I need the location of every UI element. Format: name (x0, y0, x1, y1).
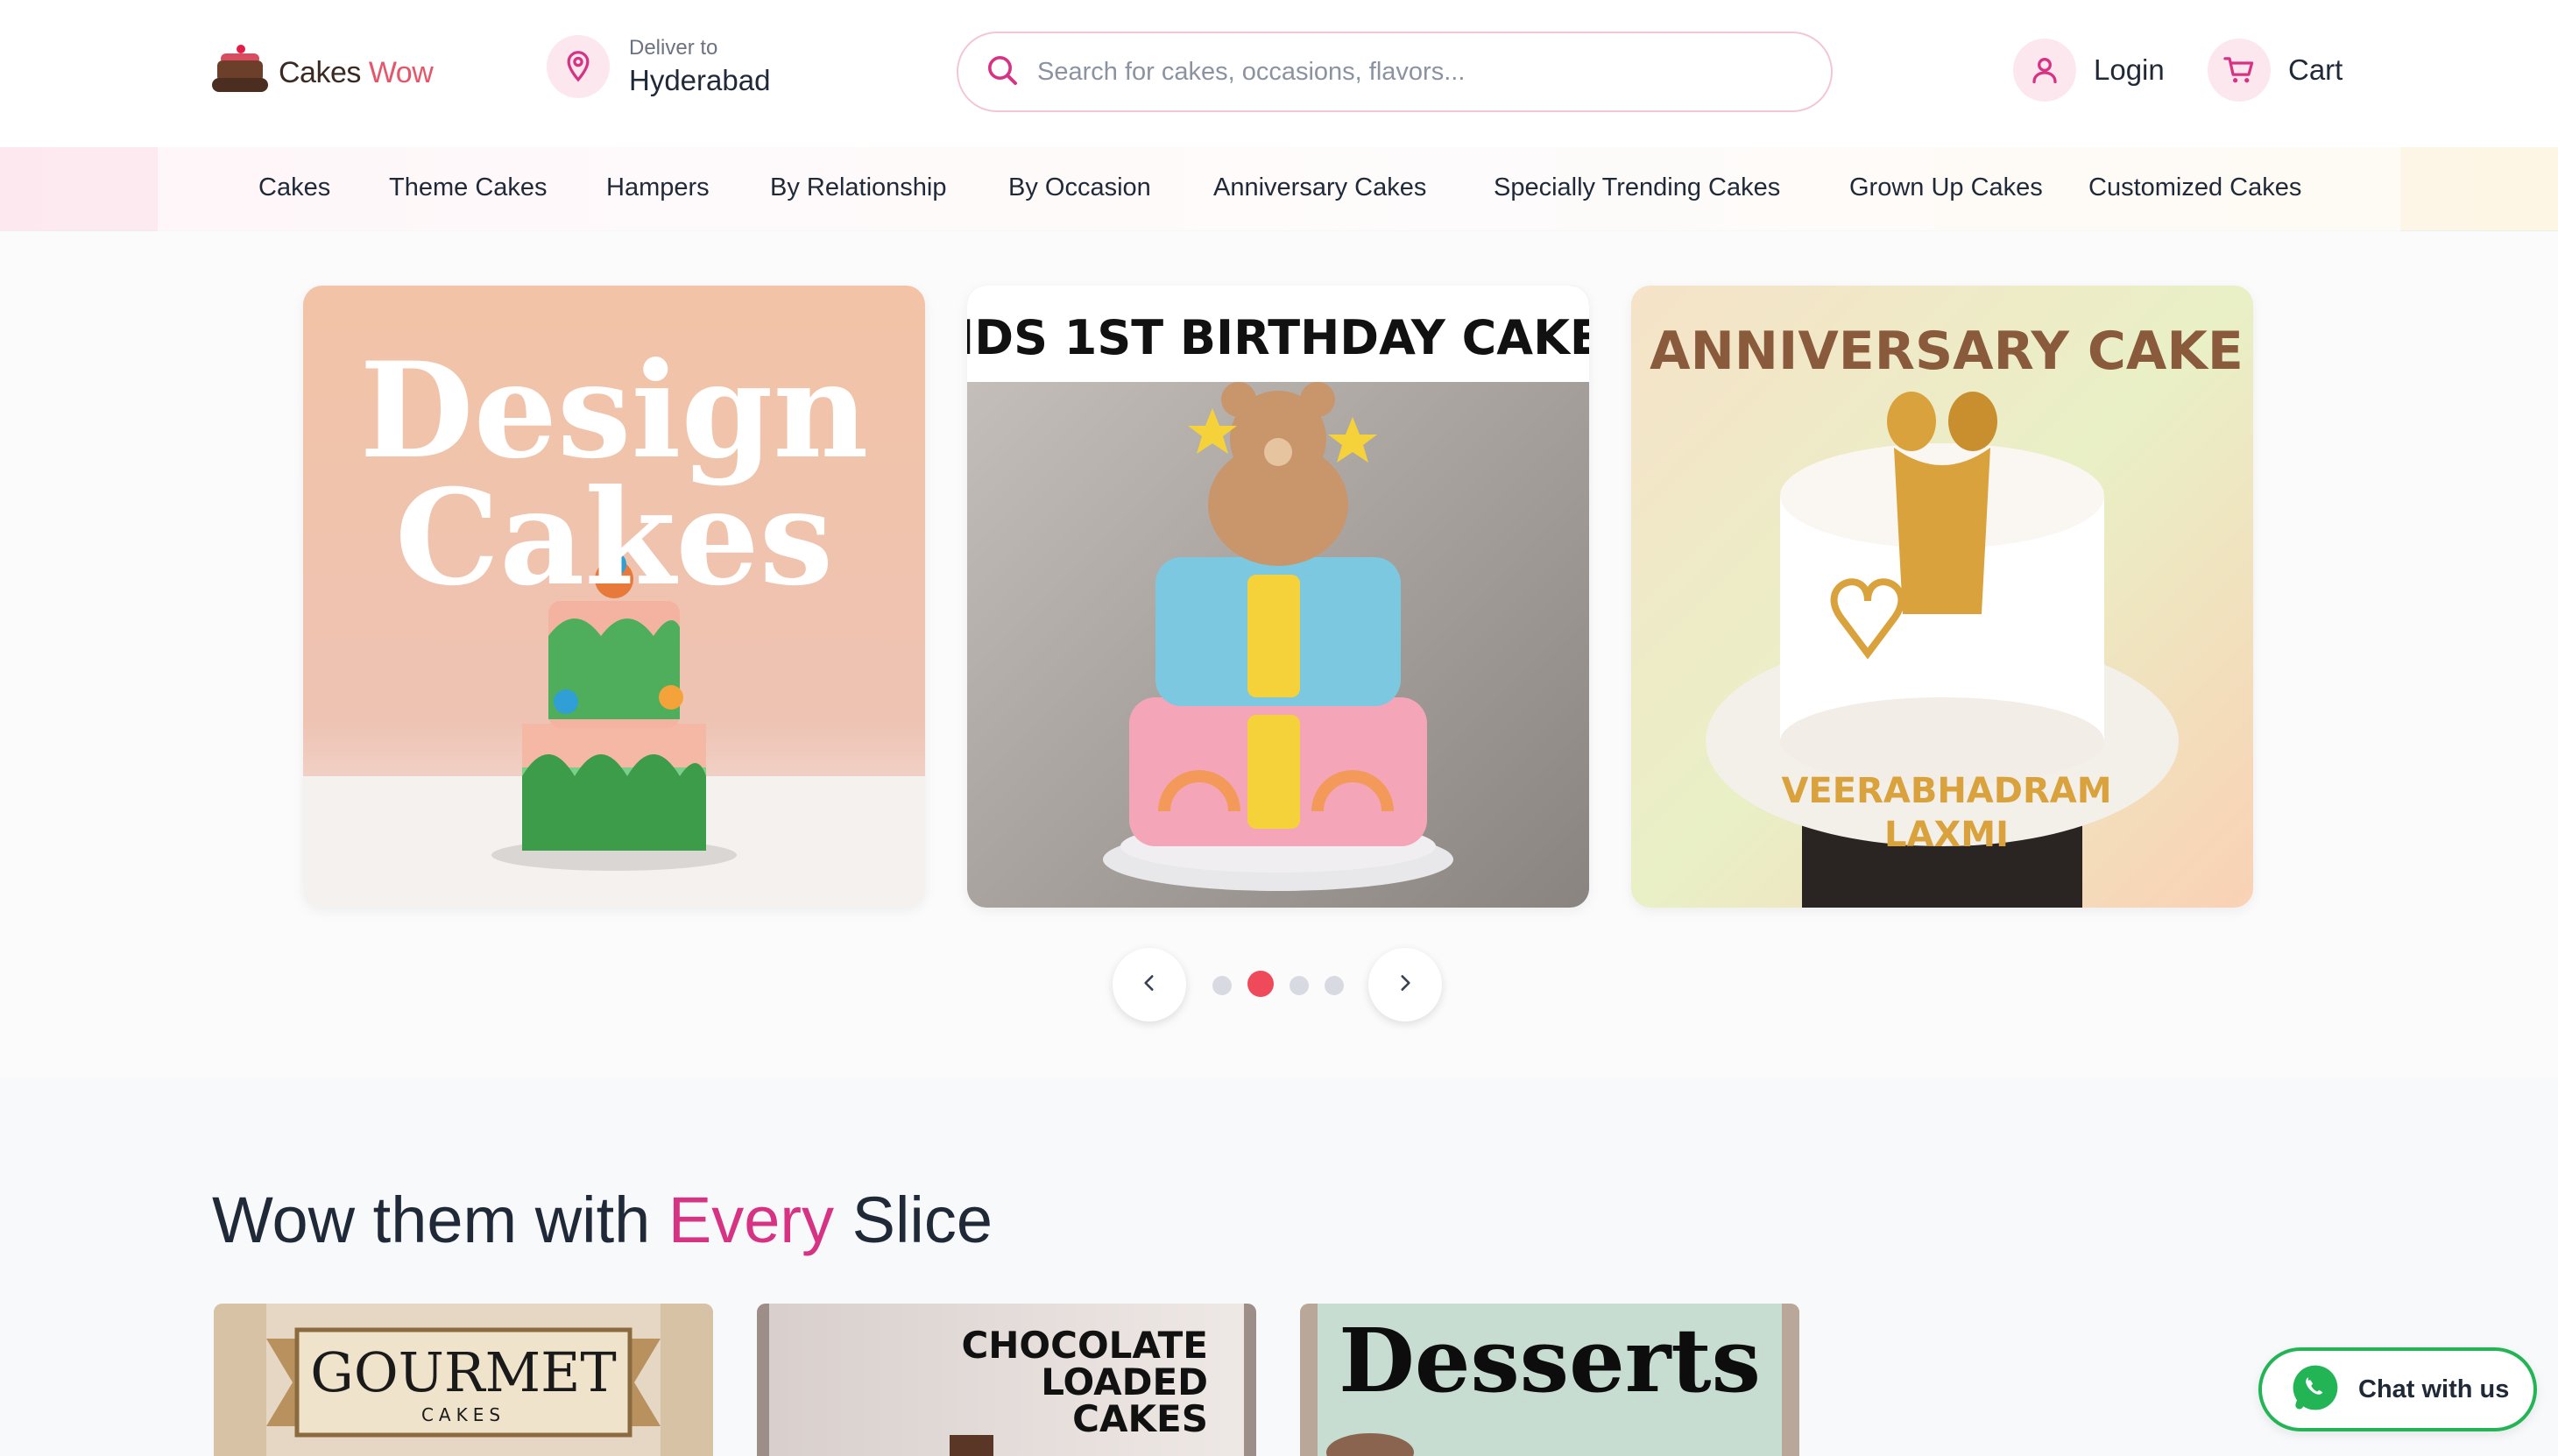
chevron-right-icon (1394, 972, 1417, 999)
slide-kids-title: KIDS 1ST BIRTHDAY CAKES (967, 310, 1589, 365)
carousel-dot-active[interactable] (1247, 971, 1274, 997)
nav-item-by-occasion[interactable]: By Occasion (1008, 173, 1151, 202)
section-title-after: Slice (851, 1184, 993, 1256)
nav-item-grown-up-cakes[interactable]: Grown Up Cakes (1849, 173, 2043, 202)
carousel-dot[interactable] (1212, 976, 1232, 995)
logo-word-wow: Wow (368, 55, 434, 89)
logo[interactable]: Cakes Wow (212, 42, 434, 103)
slide-anniversary-cake[interactable]: ANNIVERSARY CAKE VEERABHADRAM LAXMI (1631, 286, 2253, 908)
slide-kids-birthday[interactable]: KIDS 1ST BIRTHDAY CAKES (967, 286, 1589, 908)
logo-word-cakes: Cakes (279, 55, 361, 89)
nav-item-anniversary-cakes[interactable]: Anniversary Cakes (1213, 173, 1426, 202)
carousel-dot[interactable] (1290, 976, 1309, 995)
chat-with-us-button[interactable]: Chat with us (2258, 1347, 2537, 1431)
chat-label: Chat with us (2358, 1375, 2510, 1403)
category-nav-inner: Cakes Theme Cakes Hampers By Relationshi… (158, 147, 2400, 231)
section-title-highlight: Every (668, 1184, 835, 1256)
deliver-to-label: Deliver to (629, 36, 718, 60)
login-button[interactable]: Login (2013, 39, 2165, 102)
slide-design-title-line2: Cakes (395, 461, 833, 615)
chevron-left-icon (1138, 972, 1161, 999)
slide-anniversary-name1: VEERABHADRAM (1781, 771, 2111, 811)
nav-item-by-relationship[interactable]: By Relationship (770, 173, 947, 202)
user-icon (2013, 39, 2076, 102)
category-nav: Cakes Theme Cakes Hampers By Relationshi… (0, 147, 2558, 231)
card-gourmet-title: GOURMET (310, 1340, 616, 1404)
delivery-city: Hyderabad (629, 64, 771, 96)
section-title-before: Wow them with (212, 1184, 651, 1256)
shopping-cart-icon (2208, 39, 2271, 102)
carousel-next-button[interactable] (1368, 948, 1442, 1021)
card-desserts-title: Desserts (1339, 1309, 1761, 1412)
search-icon (985, 53, 1020, 92)
nav-item-hampers[interactable]: Hampers (606, 173, 710, 202)
slide-anniversary-title: ANNIVERSARY CAKE (1650, 321, 2244, 382)
search-bar[interactable] (957, 32, 1833, 112)
site-header: Cakes Wow Deliver to Hyderabad Login Car… (0, 0, 2558, 147)
carousel-dots (1212, 971, 1360, 997)
nav-item-cakes[interactable]: Cakes (258, 173, 330, 202)
carousel-dot[interactable] (1325, 976, 1344, 995)
delivery-location[interactable]: Deliver to Hyderabad (547, 35, 770, 98)
carousel-prev-button[interactable] (1113, 948, 1186, 1021)
search-input[interactable] (1037, 57, 1808, 87)
login-label: Login (2094, 53, 2165, 86)
category-card-gourmet[interactable]: GOURMET CAKES (214, 1304, 713, 1456)
card-gourmet-subtitle: CAKES (421, 1404, 505, 1425)
slide-anniversary-name2: LAXMI (1884, 815, 2009, 855)
nav-item-specially-trending-cakes[interactable]: Specially Trending Cakes (1494, 173, 1780, 202)
slide-design-cakes[interactable]: Design Cakes (303, 286, 925, 908)
cart-button[interactable]: Cart (2208, 39, 2342, 102)
hero-carousel: Design Cakes KIDS 1ST BIRTHDAY CAKES (0, 231, 2558, 1078)
logo-text: Cakes Wow (279, 55, 434, 90)
category-card-desserts[interactable]: Desserts (1300, 1304, 1799, 1456)
nav-item-customized-cakes[interactable]: Customized Cakes (2088, 173, 2301, 202)
section-title: Wow them with Every Slice (212, 1183, 993, 1257)
category-card-chocolate[interactable]: CHOCOLATE LOADED CAKES (757, 1304, 1256, 1456)
nav-item-theme-cakes[interactable]: Theme Cakes (389, 173, 548, 202)
cake-logo-icon (212, 45, 268, 101)
map-pin-icon (547, 35, 610, 98)
card-chocolate-line3: CAKES (1072, 1397, 1208, 1440)
cart-label: Cart (2288, 53, 2343, 86)
whatsapp-icon (2290, 1362, 2341, 1417)
